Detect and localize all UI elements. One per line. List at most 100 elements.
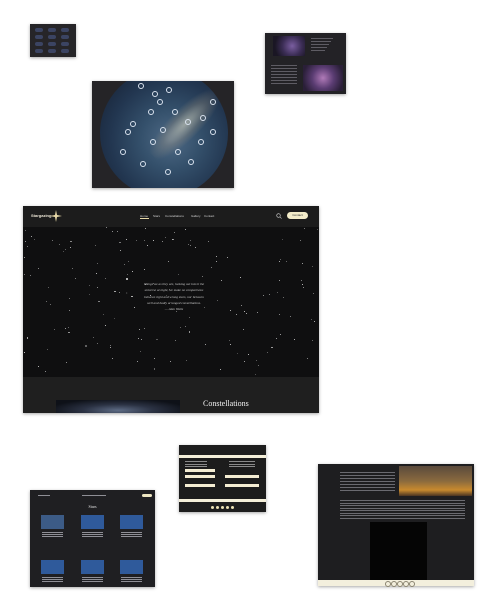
star-dot — [75, 277, 77, 279]
star-dot — [141, 339, 142, 340]
nav-constellations[interactable]: Constellations — [165, 214, 184, 218]
form-field — [225, 475, 259, 478]
star-dot — [229, 343, 231, 345]
text-line — [271, 80, 297, 81]
star-dot — [23, 257, 25, 258]
text-line — [271, 68, 297, 69]
star-dot — [70, 241, 72, 243]
star-dot — [126, 274, 128, 276]
star-dot — [279, 259, 281, 260]
star-dot — [243, 311, 245, 312]
star-dot — [127, 261, 129, 263]
star-logo-icon — [50, 210, 62, 222]
star-dot — [312, 266, 313, 267]
website-preview-stars[interactable]: Stars — [30, 490, 155, 587]
star-marker — [200, 115, 206, 121]
star-dot — [242, 328, 244, 330]
star-dot — [246, 313, 247, 314]
text-line — [42, 579, 63, 580]
star-dot — [164, 236, 166, 238]
text-line — [121, 577, 142, 578]
star-dot — [98, 300, 100, 302]
nav-stars[interactable]: Stars — [153, 214, 160, 218]
star-dot — [96, 273, 97, 274]
social-icon — [211, 506, 214, 509]
text-line — [42, 577, 63, 578]
star-dot — [195, 246, 196, 248]
top-navbar: Stargazing Home Stars Constellations Gal… — [23, 206, 319, 227]
star-dot — [185, 360, 187, 361]
website-preview-form[interactable] — [179, 445, 266, 512]
search-icon[interactable] — [276, 213, 282, 219]
star-dot — [173, 238, 174, 240]
star-dot — [153, 357, 155, 359]
text-line — [271, 83, 297, 84]
star-marker — [210, 99, 216, 105]
star-dot — [68, 327, 69, 328]
text-line — [340, 472, 395, 473]
text-line — [340, 512, 465, 514]
star-dot — [294, 338, 295, 340]
grid-tile — [61, 49, 69, 53]
text-line — [185, 463, 207, 465]
form-field — [185, 475, 215, 478]
star-marker — [130, 121, 136, 127]
star-dot — [279, 279, 280, 281]
star-marker — [172, 109, 178, 115]
star-dot — [23, 351, 25, 353]
star-dot — [174, 340, 176, 341]
grid-tile — [48, 49, 56, 53]
star-dot — [256, 359, 258, 361]
text-line — [340, 517, 465, 519]
star-dot — [66, 361, 67, 363]
star-dot — [276, 292, 278, 293]
grid-tile — [48, 28, 56, 32]
text-line — [121, 532, 142, 533]
star-dot — [59, 244, 60, 245]
star-dot — [279, 313, 281, 315]
star-dot — [301, 262, 303, 264]
star-dot — [72, 267, 74, 269]
website-preview-article[interactable] — [318, 464, 474, 587]
star-marker — [165, 169, 171, 175]
thumbnail-star-map[interactable] — [92, 81, 234, 188]
text-line — [340, 505, 465, 506]
contact-button[interactable]: Contact — [287, 212, 308, 219]
grid-tile — [35, 28, 43, 32]
nebula-image — [303, 65, 343, 91]
text-line — [185, 466, 207, 467]
star-dot — [174, 232, 175, 233]
site-logo-text[interactable]: Stargazing — [31, 213, 51, 218]
star-dot — [275, 337, 277, 339]
text-line — [229, 463, 255, 465]
star-dot — [189, 245, 191, 246]
text-line — [311, 41, 331, 42]
thumbnail-article-preview[interactable] — [265, 33, 346, 94]
text-line — [271, 71, 297, 72]
text-line — [82, 581, 103, 582]
star-dot — [184, 229, 186, 231]
text-line — [340, 481, 395, 482]
star-dot — [144, 327, 146, 329]
star-dot — [112, 231, 113, 232]
star-dot — [65, 327, 66, 329]
star-dot — [162, 240, 163, 242]
star-dot — [226, 256, 228, 258]
star-marker — [188, 159, 194, 165]
star-dot — [102, 314, 104, 316]
star-marker — [152, 91, 158, 97]
text-line — [311, 50, 325, 51]
website-preview-main[interactable]: Stargazing Home Stars Constellations Gal… — [23, 206, 319, 413]
nav-gallery[interactable]: Gallery — [191, 214, 201, 218]
star-marker — [160, 127, 166, 133]
star-dot — [271, 346, 273, 348]
grid-tile — [48, 42, 56, 46]
grid-tile — [35, 42, 43, 46]
thumbnail-grid-preview[interactable] — [30, 24, 76, 57]
text-line — [271, 65, 297, 66]
star-dot — [24, 241, 26, 242]
star-dot — [96, 342, 98, 344]
star-dot — [187, 244, 189, 245]
nav-contact[interactable]: Contact — [204, 214, 214, 218]
star-card-image — [81, 515, 104, 529]
